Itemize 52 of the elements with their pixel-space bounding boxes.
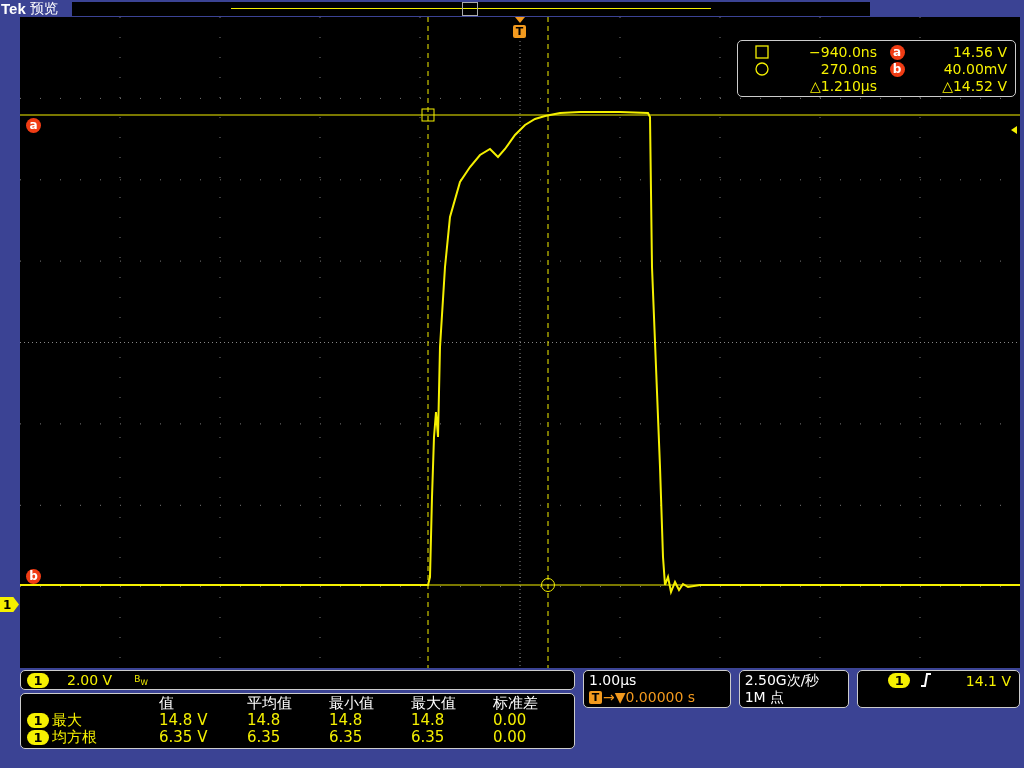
trigger-position-marker[interactable]: T [513, 25, 526, 38]
cursor-line[interactable] [427, 17, 429, 668]
table-cell-text: 6.35 [329, 729, 364, 746]
brand-label: Tek [1, 0, 26, 17]
trigger-position-arrow-icon [515, 17, 525, 23]
circle-cursor-handle[interactable] [541, 578, 555, 592]
table-cell-text: 14.8 [411, 712, 446, 729]
cursor-a-marker: a [26, 118, 41, 133]
channel-badge: 1 [27, 672, 49, 688]
cursor-time: 270.0ns [819, 61, 877, 77]
horizontal-delay: →▼0.00000 s [603, 689, 696, 706]
table-cell-text: 6.35 [247, 729, 282, 746]
table-cell-text: 14.8 V [159, 712, 209, 729]
sample-rate: 2.50G次/秒 [744, 672, 821, 689]
cursor-time: −940.0ns [808, 44, 877, 60]
column-header: 最大值 [411, 695, 457, 712]
table-cell-text: 0.00 [493, 729, 528, 746]
ground-level-marker[interactable]: 1 [0, 597, 19, 612]
table-cell-text: 6.35 V [159, 729, 209, 746]
square-cursor-handle[interactable] [421, 108, 435, 122]
cursor-value: 40.00mV [942, 61, 1007, 77]
bandwidth-limit-indicator: B$_{W}$ [134, 673, 148, 687]
cursor-line[interactable] [547, 17, 549, 668]
channel-badge: 1 [888, 673, 911, 688]
cursor-b-marker: b [26, 569, 41, 584]
trigger-level: 14.1 V [965, 673, 1011, 689]
cursor-marker: a [889, 44, 905, 60]
channel-badge: 1 [27, 730, 49, 745]
trigger-level-arrow-icon [1011, 126, 1017, 134]
cursor-value: △14.52 V [941, 78, 1007, 94]
trigger-marker: T [589, 691, 602, 704]
cursor-time: △1.210µs [808, 78, 877, 94]
measurement-name: 最大 [52, 712, 82, 729]
table-cell-text: 14.8 [247, 712, 282, 729]
table-cell-text: 0.00 [493, 712, 528, 729]
column-header: 最小值 [329, 695, 375, 712]
square-cursor-icon [755, 45, 769, 59]
mode-label: 预览 [29, 0, 58, 18]
channel-badge: 1 [27, 713, 49, 728]
cursor-value: 14.56 V [951, 44, 1007, 60]
column-header: 平均值 [247, 695, 293, 712]
cursor-marker: b [889, 61, 905, 77]
horizontal-scale: 1.00µs [589, 672, 638, 689]
vertical-scale: 2.00 V [67, 672, 113, 688]
column-header: 标准差 [493, 695, 539, 712]
circle-cursor-icon [755, 62, 769, 76]
view-window-marker [461, 1, 478, 16]
column-header: 值 [159, 695, 175, 712]
table-cell-text: 6.35 [411, 729, 446, 746]
record-length: 1M 点 [744, 689, 786, 706]
measurement-name: 均方根 [52, 729, 97, 746]
table-cell-text: 14.8 [329, 712, 364, 729]
